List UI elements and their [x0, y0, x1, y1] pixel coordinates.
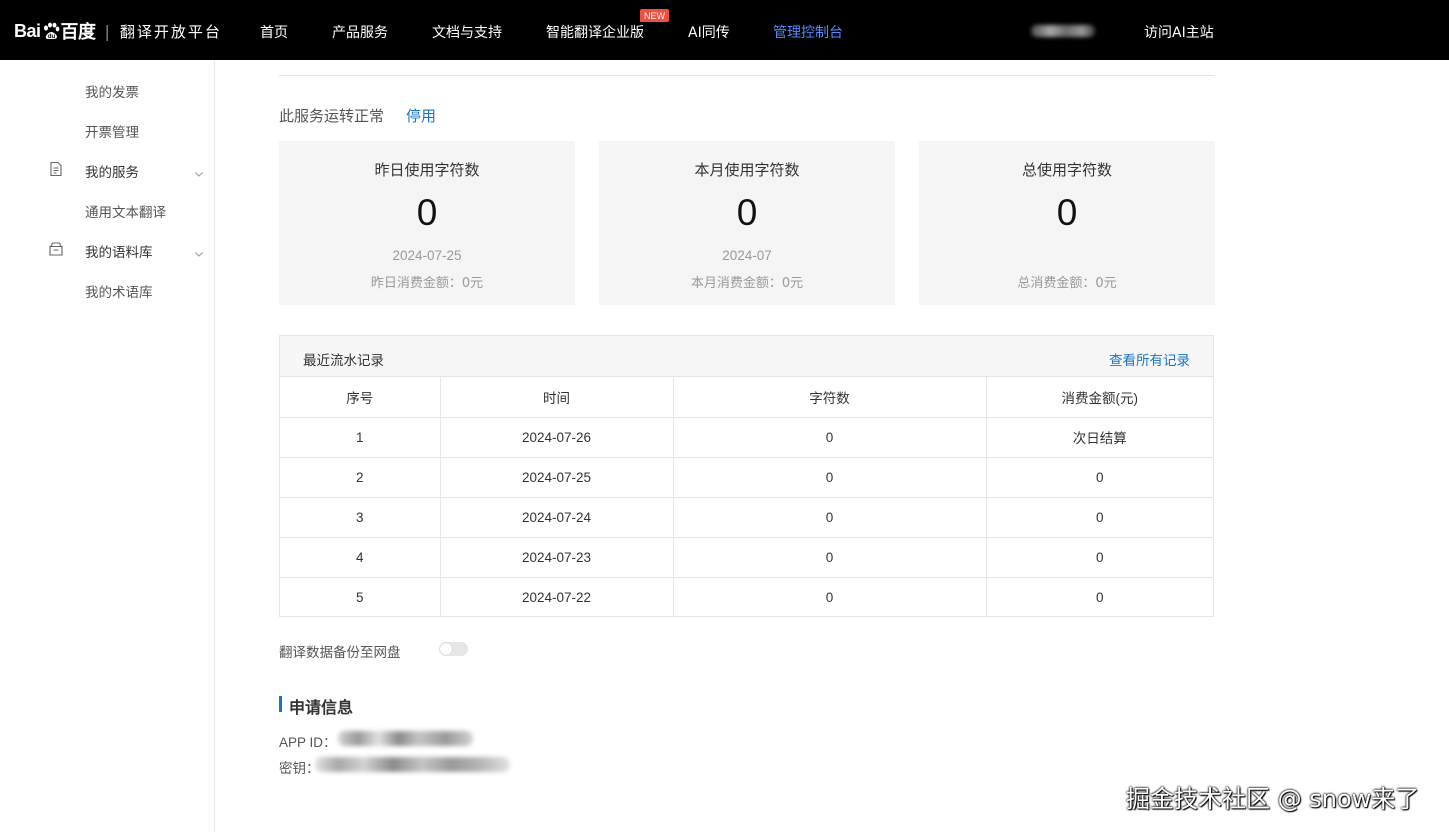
- table-row: 3 2024-07-24 0 0: [280, 497, 1213, 538]
- table-cell: 2024-07-24: [440, 497, 674, 538]
- card-value: 0: [416, 192, 438, 233]
- table-row: 2 2024-07-25 0 0: [280, 457, 1213, 498]
- table-cell: 3: [280, 497, 441, 538]
- sidebar: 我的发票 开票管理 我的服务 通用文本翻译 我的语料库 我的术语库: [0, 60, 215, 832]
- table-cell: 0: [986, 457, 1213, 498]
- card-date: 2024-07: [722, 248, 772, 263]
- nav-ai-interpretation[interactable]: AI同传: [688, 22, 730, 42]
- paw-icon: du: [42, 22, 60, 40]
- secret-key-value-blurred: [315, 757, 510, 772]
- table-cell: 0: [986, 497, 1213, 538]
- box-icon: [48, 241, 64, 257]
- table-row: 4 2024-07-23 0 0: [280, 537, 1213, 578]
- records-table: 序号 时间 字符数 消费金额(元) 1 2024-07-26 0 次日结算 2 …: [280, 377, 1213, 617]
- backup-toggle-switch[interactable]: [439, 642, 468, 656]
- table-cell: 0: [673, 457, 987, 498]
- card-title: 昨日使用字符数: [374, 161, 480, 179]
- new-badge: NEW: [640, 9, 669, 22]
- table-cell: 4: [280, 537, 441, 578]
- table-cell: 0: [986, 537, 1213, 578]
- platform-name: 翻译开放平台: [119, 22, 222, 41]
- table-cell: 0: [673, 417, 987, 458]
- column-header: 字符数: [673, 377, 987, 418]
- card-value: 0: [1056, 192, 1078, 233]
- card-title: 本月使用字符数: [694, 161, 800, 179]
- disable-service-link[interactable]: 停用: [406, 105, 436, 126]
- section-accent-bar: [279, 696, 282, 712]
- logo-text-baidu: 百度: [60, 22, 97, 42]
- logo-divider: |: [104, 21, 110, 41]
- sidebar-item-invoices[interactable]: 我的发票: [85, 81, 139, 101]
- table-cell: 次日结算: [986, 417, 1213, 458]
- sidebar-item-my-services[interactable]: 我的服务: [85, 161, 139, 181]
- nav-home[interactable]: 首页: [260, 22, 288, 42]
- table-cell: 0: [673, 577, 987, 617]
- document-icon: [48, 161, 64, 177]
- card-title: 总使用字符数: [1021, 161, 1112, 179]
- chevron-down-icon[interactable]: [194, 164, 204, 177]
- card-date: 2024-07-25: [392, 248, 462, 263]
- table-cell: 2024-07-25: [440, 457, 674, 498]
- visit-ai-site-link[interactable]: 访问AI主站: [1144, 22, 1214, 42]
- sidebar-item-my-terminology[interactable]: 我的术语库: [85, 281, 153, 301]
- sidebar-item-invoice-management[interactable]: 开票管理: [85, 121, 139, 141]
- baidu-logo[interactable]: Bai du 百度 | 翻译开放平台: [14, 18, 222, 44]
- table-cell: 0: [673, 497, 987, 538]
- app-id-value-blurred: [338, 731, 473, 746]
- table-cell: 0: [673, 537, 987, 578]
- records-header: 最近流水记录 查看所有记录: [280, 336, 1213, 377]
- table-cell: 2024-07-26: [440, 417, 674, 458]
- column-header: 序号: [280, 377, 441, 418]
- nav-enterprise-translation[interactable]: 智能翻译企业版: [546, 22, 644, 42]
- view-all-records-link[interactable]: 查看所有记录: [1109, 349, 1190, 369]
- table-cell: 0: [1095, 589, 1104, 605]
- card-amount: 总消费金额：0元: [1017, 276, 1117, 291]
- column-header: 消费金额(元): [986, 377, 1213, 418]
- table-row: 5 2024-07-22 0 0: [280, 577, 1213, 617]
- table-cell: 5: [280, 577, 441, 617]
- records-title: 最近流水记录: [303, 353, 384, 369]
- watermark: 掘金技术社区 @ snow来了: [1126, 785, 1420, 813]
- sidebar-item-general-text-translation[interactable]: 通用文本翻译: [85, 201, 166, 221]
- svg-text:du: du: [47, 34, 55, 40]
- nav-products[interactable]: 产品服务: [332, 22, 388, 42]
- user-account-blurred[interactable]: [1031, 25, 1095, 37]
- table-row: 1 2024-07-26 0 次日结算: [280, 417, 1213, 458]
- usage-card-month: 本月使用字符数 0 2024-07 本月消费金额：0元: [599, 141, 895, 305]
- table-cell: 1: [280, 417, 441, 458]
- application-info-title: 申请信息: [289, 698, 354, 717]
- app-id-label: APP ID：: [279, 735, 337, 750]
- sidebar-item-my-corpus[interactable]: 我的语料库: [85, 241, 153, 261]
- backup-to-netdisk-label: 翻译数据备份至网盘: [279, 645, 401, 661]
- nav-console[interactable]: 管理控制台: [773, 22, 843, 42]
- card-amount: 本月消费金额：0元: [690, 276, 804, 291]
- card-value: 0: [736, 192, 758, 233]
- top-navigation-bar: Bai du 百度 | 翻译开放平台 首页 产品服务 文档与支持 智能翻译企业版…: [0, 0, 1449, 60]
- column-header: 时间: [440, 377, 674, 418]
- table-header-row: 序号 时间 字符数 消费金额(元): [280, 377, 1213, 418]
- table-cell: 2024-07-22: [440, 577, 674, 617]
- table-cell: 2: [280, 457, 441, 498]
- card-amount: 昨日消费金额：0元: [370, 276, 484, 291]
- usage-card-yesterday: 昨日使用字符数 0 2024-07-25 昨日消费金额：0元: [279, 141, 575, 305]
- logo-text-bai: Bai: [14, 20, 41, 41]
- chevron-down-icon[interactable]: [194, 244, 204, 257]
- toggle-knob: [440, 643, 452, 655]
- service-status-text: 此服务运转正常: [279, 107, 385, 125]
- usage-card-total: 总使用字符数 0 总消费金额：0元: [919, 141, 1215, 305]
- section-divider: [279, 75, 1214, 76]
- recent-records-panel: 最近流水记录 查看所有记录 序号 时间 字符数 消费金额(元) 1 2024-0…: [279, 335, 1214, 617]
- secret-key-label: 密钥：: [279, 761, 320, 776]
- table-cell: 2024-07-23: [440, 537, 674, 578]
- nav-docs-support[interactable]: 文档与支持: [432, 22, 502, 42]
